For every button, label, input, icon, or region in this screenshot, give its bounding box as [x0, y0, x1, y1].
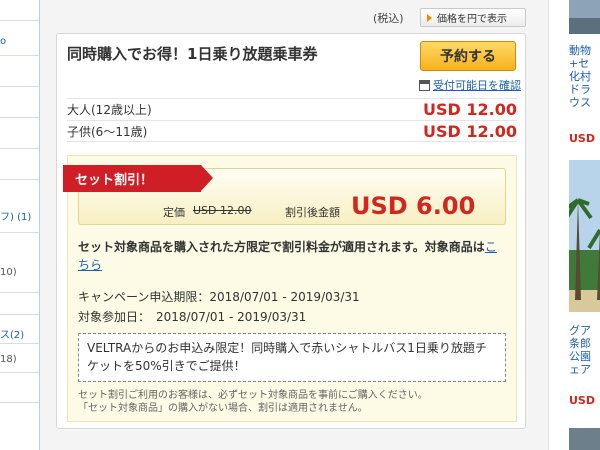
sidebar-divider	[0, 402, 39, 403]
tour-thumbnail-image[interactable]	[569, 0, 600, 34]
price-category-label: 大人(12歳以上)	[67, 103, 152, 117]
show-yen-price-button[interactable]: 価格を円で表示	[420, 8, 526, 27]
related-tour-title[interactable]: 動物 +セ 化村 ドラ ウス	[569, 44, 600, 109]
sidebar-divider	[0, 55, 39, 56]
right-sidebar: 動物 +セ 化村 ドラ ウス USD グア 条郎 公園 ェア USD	[548, 0, 600, 450]
related-tour-price: USD	[569, 132, 595, 145]
related-tour-title-line: ェア	[569, 363, 591, 376]
sidebar-divider	[0, 314, 39, 315]
tax-included-label: (税込)	[373, 12, 404, 25]
set-discount-card: 同時購入でお得！1日乗り放題乗車券 予約する 受付可能日を確認 大人(12歳以上…	[56, 33, 526, 429]
price-row-child: 子供(6〜11歳) USD 12.00	[67, 120, 517, 142]
related-tour-title-line: ドラ	[569, 83, 591, 96]
sidebar-item-label[interactable]: 18)	[0, 354, 17, 365]
calendar-icon	[419, 79, 430, 91]
related-tour-title[interactable]: グア 条郎 公園 ェア	[569, 324, 600, 376]
play-arrow-icon	[427, 13, 432, 22]
sidebar-divider	[0, 232, 39, 233]
left-sidebar: o フ) (1) 10) ス(2) 18)	[0, 0, 40, 450]
related-tour-title-line: グア	[569, 324, 591, 337]
sidebar-divider	[0, 179, 39, 180]
tour-thumbnail-image[interactable]	[569, 428, 600, 450]
set-discount-ribbon: セット割引！	[63, 165, 213, 192]
participation-period: 対象参加日： 2018/07/01 - 2019/03/31	[78, 310, 307, 324]
product-title: 同時購入でお得！1日乗り放題乗車券	[67, 45, 318, 63]
price-amount: USD 12.00	[423, 121, 517, 141]
sidebar-item-label[interactable]: o	[0, 36, 6, 47]
sidebar-divider	[0, 86, 39, 87]
discounted-price-label: 割引後金額	[285, 206, 340, 219]
related-tour-title-line: 動物	[569, 44, 591, 57]
related-tour-title-line: ウス	[569, 96, 591, 109]
discount-condition-text: セット対象商品を購入された方限定で割引料金が適用されます。対象商品はこちら	[78, 238, 508, 274]
related-tour-title-line: 化村	[569, 70, 591, 83]
reserve-button[interactable]: 予約する	[420, 41, 516, 71]
related-tour-price: USD	[569, 394, 595, 407]
show-yen-price-label: 価格を円で表示	[437, 14, 507, 25]
campaign-period: キャンペーン申込期限：2018/07/01 - 2019/03/31	[78, 290, 360, 304]
discount-note-line: セット割引ご利用のお客様は、必ずセット対象商品を事前にご購入ください。	[78, 390, 428, 401]
tour-thumbnail-image[interactable]	[569, 160, 600, 312]
discount-note: セット割引ご利用のお客様は、必ずセット対象商品を事前にご購入ください。 「セット…	[78, 389, 508, 415]
sidebar-item-label[interactable]: フ) (1)	[0, 208, 31, 223]
discount-panel: 定価 USD 12.00 割引後金額 USD 6.00 セット割引！ セット対象…	[63, 155, 517, 422]
sidebar-item-label[interactable]: ス(2)	[0, 326, 24, 341]
regular-price-label: 定価	[163, 206, 185, 219]
price-row-adult: 大人(12歳以上) USD 12.00	[67, 98, 517, 120]
price-category-label: 子供(6〜11歳)	[67, 124, 148, 139]
related-tour-title-line: +セ	[569, 57, 590, 70]
check-availability-link[interactable]: 受付可能日を確認	[419, 77, 521, 93]
promo-message-box: VELTRAからのお申込み限定！同時購入で赤いシャトルバス1日乗り放題チケットを…	[78, 333, 506, 382]
discount-note-line: 「セット対象商品」の購入がない場合、割引は適用されません。	[78, 403, 368, 414]
sidebar-divider	[0, 372, 39, 373]
sidebar-divider	[0, 148, 39, 149]
sidebar-divider	[0, 20, 39, 21]
discounted-price: USD 6.00	[351, 192, 476, 220]
sidebar-divider	[0, 292, 39, 293]
sidebar-divider	[0, 343, 39, 344]
related-tour-title-line: 公園	[569, 350, 591, 363]
check-availability-label: 受付可能日を確認	[433, 79, 521, 92]
discount-condition-body: セット対象商品を購入された方限定で割引料金が適用されます。対象商品は	[78, 240, 485, 254]
sidebar-divider	[0, 117, 39, 118]
price-amount: USD 12.00	[423, 100, 517, 119]
sidebar-item-label[interactable]: 10)	[0, 267, 17, 278]
price-table: 大人(12歳以上) USD 12.00 子供(6〜11歳) USD 12.00	[67, 98, 517, 142]
regular-price: USD 12.00	[193, 204, 252, 217]
related-tour-title-line: 条郎	[569, 337, 591, 350]
